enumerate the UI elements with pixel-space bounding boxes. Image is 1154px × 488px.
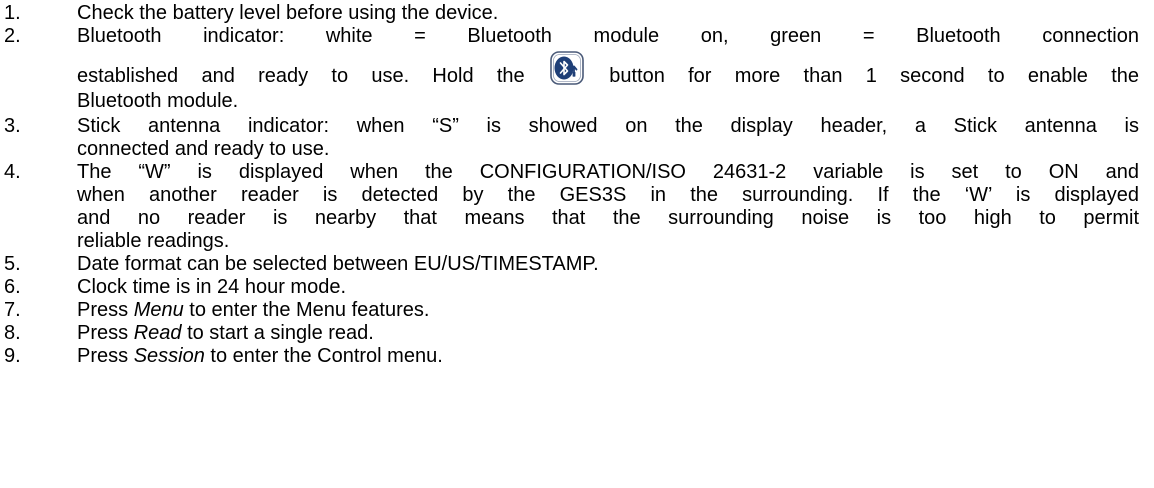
item-number: 8.: [4, 322, 21, 344]
item-text-fragment: to enter the Control menu.: [210, 345, 443, 367]
item-text-fragment: Press: [77, 345, 129, 367]
item-number: 1.: [4, 2, 21, 24]
item-text: Clock time is in 24 hour mode.: [77, 276, 347, 298]
item-text-line: connected and ready to use.: [77, 138, 330, 160]
item-number: 4.: [4, 161, 21, 183]
item-text-line: Bluetooth module.: [77, 90, 239, 112]
item-text: Date format can be selected between EU/U…: [77, 253, 599, 275]
item-text-fragment: button for more than 1 second to enable …: [609, 65, 1140, 87]
read-keyword: Read: [133, 322, 182, 344]
item-number: 3.: [4, 115, 21, 137]
item-text-fragment: to enter the Menu features.: [189, 299, 430, 321]
item-number: 2.: [4, 25, 21, 47]
session-keyword: Session: [133, 345, 205, 367]
item-text-fragment: Press: [77, 322, 129, 344]
item-text-line: Stick antenna indicator: when “S” is sho…: [77, 115, 1139, 137]
item-text-line: and no reader is nearby that means that …: [77, 207, 1139, 229]
item-text-line: The “W” is displayed when the CONFIGURAT…: [77, 161, 1139, 183]
item-text-fragment: Press: [77, 299, 129, 321]
item-number: 9.: [4, 345, 21, 367]
item-number: 5.: [4, 253, 21, 275]
item-text: Press Read to start a single read.: [77, 322, 1139, 345]
item-text: Press Menu to enter the Menu features.: [77, 299, 1139, 322]
item-text: Press Session to enter the Control menu.: [77, 345, 1139, 368]
item-text-line: reliable readings.: [77, 230, 230, 252]
item-text: Check the battery level before using the…: [77, 2, 499, 24]
item-text-fragment: to start a single read.: [187, 322, 374, 344]
bluetooth-button-icon: [550, 51, 584, 85]
menu-keyword: Menu: [133, 299, 184, 321]
item-text-line: Bluetooth indicator: white = Bluetooth m…: [77, 25, 1139, 47]
item-text-fragment: established and ready to use. Hold the: [77, 65, 525, 87]
item-number: 6.: [4, 276, 21, 298]
item-number: 7.: [4, 299, 21, 321]
item-text-line: when another reader is detected by the G…: [77, 184, 1139, 206]
